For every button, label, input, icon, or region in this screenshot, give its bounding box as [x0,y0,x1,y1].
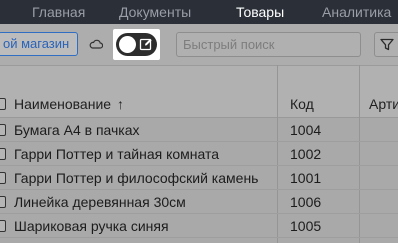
cell-name: Шариковая ручка синяя [14,218,169,234]
row-checkbox[interactable] [0,148,6,160]
row-checkbox[interactable] [0,124,6,136]
cell-code: 1005 [290,218,322,234]
column-header-name-label: Наименование [14,96,112,112]
edit-icon [139,38,152,51]
table-header: Наименование ↑ Код Арти [0,65,398,118]
my-shop-button[interactable]: ой магазин [0,32,78,56]
nav-tab-analytics[interactable]: Аналитика [322,0,391,24]
filter-button[interactable] [374,32,398,57]
cell-code: 1001 [290,170,322,186]
filter-icon [380,38,394,51]
cell-name: Линейка деревянная 30см [14,194,186,210]
column-header-article[interactable]: Арти [369,96,398,112]
nav-tab-documents[interactable]: Документы [119,0,191,24]
table-row[interactable]: Линейка деревянная 30см 1006 [0,190,398,214]
row-checkbox[interactable] [0,172,6,184]
nav-tab-products[interactable]: Товары [236,0,284,24]
cloud-sync-button[interactable] [84,33,108,55]
nav-tab-home[interactable]: Главная [32,0,85,24]
column-header-name[interactable]: Наименование ↑ [14,96,124,112]
table-row[interactable]: Гарри Поттер и тайная комната 1002 [0,142,398,166]
sort-ascending-icon: ↑ [116,96,124,112]
quick-search-input[interactable] [176,32,361,57]
products-table: Наименование ↑ Код Арти Бумага А4 в пачк… [0,65,398,243]
table-row[interactable]: Гарри Поттер и философский камень 1001 [0,166,398,190]
select-all-checkbox[interactable] [0,98,6,110]
cell-name: Бумага А4 в пачках [14,122,140,138]
cell-code: 1004 [290,122,322,138]
top-navigation: Главная Документы Товары Аналитика [0,0,398,24]
table-row[interactable]: Бумага А4 в пачках 1004 [0,118,398,142]
table-row[interactable]: Шариковая ручка синяя 1005 [0,214,398,238]
toggle-knob [119,36,136,53]
edit-mode-toggle-highlight [113,29,160,60]
edit-mode-toggle[interactable] [116,33,157,56]
cloud-icon [89,39,103,49]
cell-code: 1006 [290,194,322,210]
row-checkbox[interactable] [0,196,6,208]
row-checkbox[interactable] [0,220,6,232]
cell-name: Гарри Поттер и философский камень [14,170,259,186]
column-header-code[interactable]: Код [290,96,314,112]
cell-name: Гарри Поттер и тайная комната [14,146,220,162]
toolbar: ой магазин [0,24,398,65]
cell-code: 1002 [290,146,322,162]
